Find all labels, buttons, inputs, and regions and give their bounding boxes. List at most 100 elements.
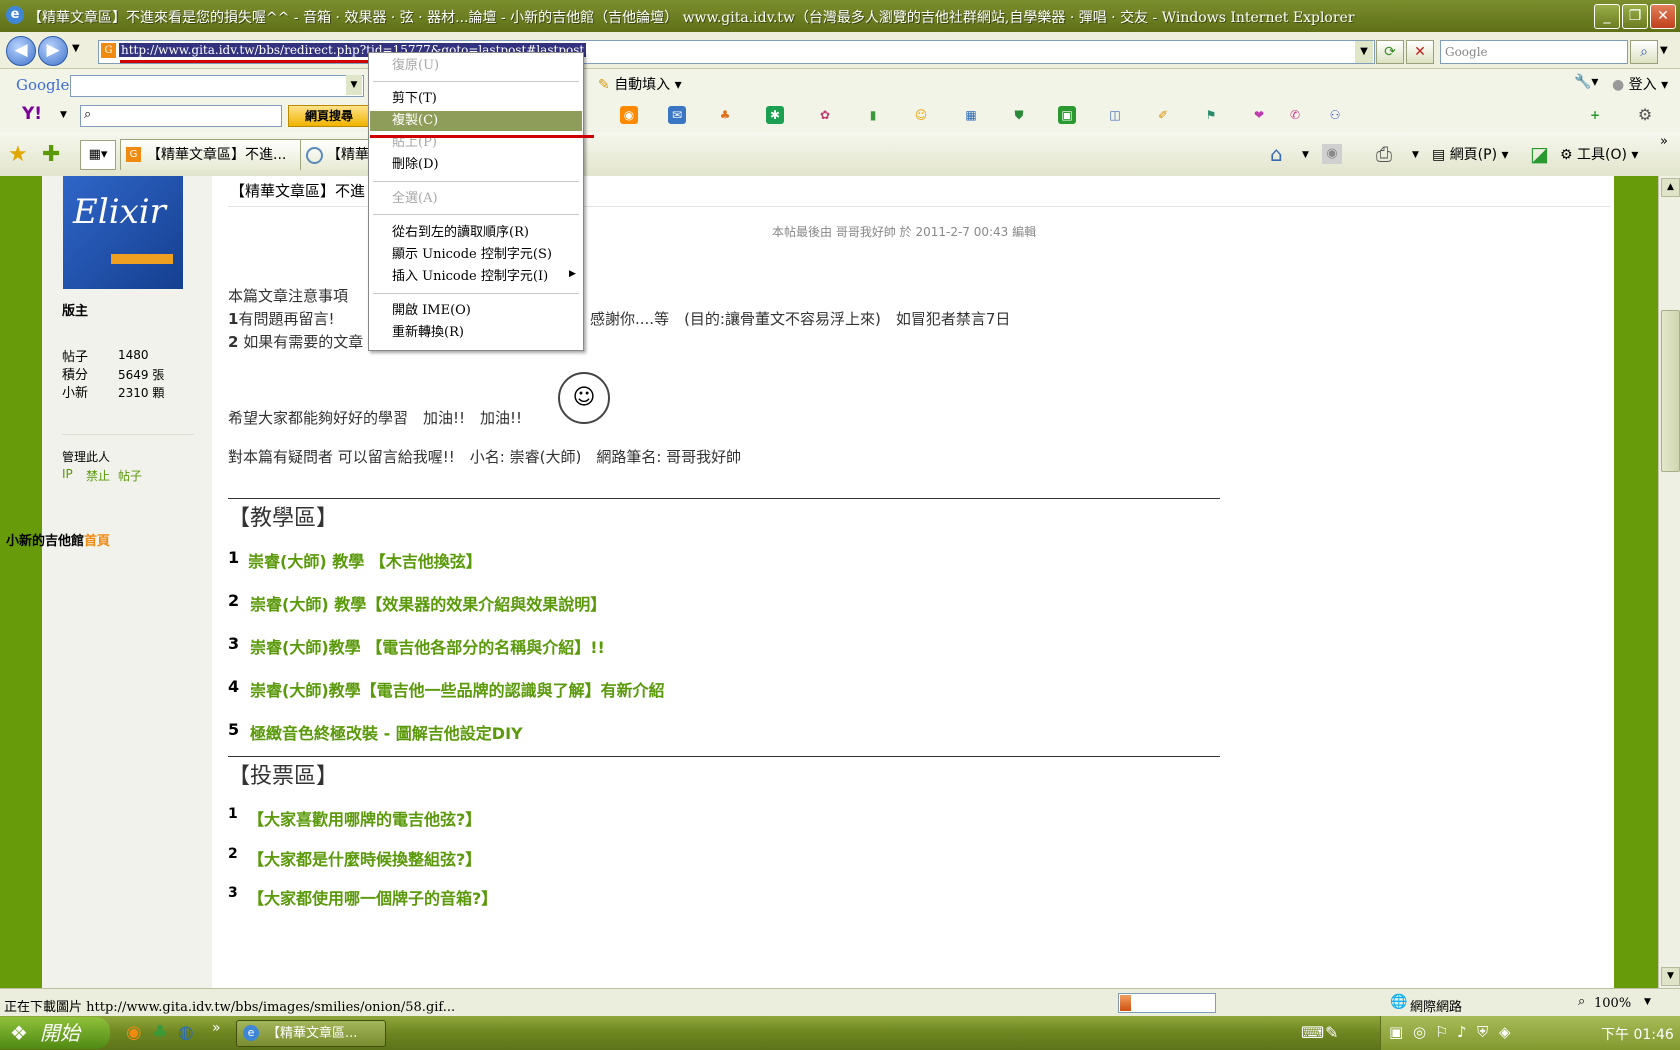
add-button-icon[interactable]: + (1586, 106, 1604, 124)
star-toolbar-icon[interactable]: ✱ (766, 106, 784, 124)
zone-label[interactable]: 網際網路 (1410, 996, 1462, 1015)
start-button[interactable]: ❖ 開始 (0, 1017, 110, 1049)
minimize-button[interactable]: _ (1594, 4, 1620, 29)
forward-button[interactable]: ▶ (38, 36, 68, 66)
ban-link[interactable]: 禁止 (86, 467, 110, 484)
gear-icon[interactable]: ⚙ (1636, 106, 1654, 124)
print-dropdown-icon[interactable]: ▼ (1412, 150, 1419, 160)
quicklaunch-more-icon[interactable]: » (212, 1020, 221, 1036)
menu-item-undo[interactable]: 復原(U) (370, 56, 582, 76)
menu-item-select-all[interactable]: 全選(A) (370, 189, 582, 209)
vote-link[interactable]: 【大家都是什麼時候換整組弦?】 (248, 846, 481, 870)
page-menu[interactable]: ▤ 網頁(P) ▾ (1432, 144, 1509, 164)
menu-item-insert-unicode[interactable]: 插入 Unicode 控制字元(I) (370, 267, 582, 287)
home-dropdown-icon[interactable]: ▼ (1302, 150, 1309, 160)
yahoo-search-input[interactable]: ⌕ (80, 105, 282, 127)
network-icon[interactable]: ▣ (1389, 1023, 1403, 1041)
maximize-button[interactable]: ❐ (1622, 4, 1648, 29)
search-button[interactable]: ⌕ (1630, 40, 1658, 64)
menu-item-show-unicode[interactable]: 顯示 Unicode 控制字元(S) (370, 245, 582, 265)
vote-link[interactable]: 【大家都使用哪一個牌子的音箱?】 (248, 885, 497, 909)
elixir-banner[interactable]: Elixir (63, 176, 183, 289)
menu-item-cut[interactable]: 剪下(T) (370, 89, 582, 109)
clock[interactable]: 下午 01:46 (1601, 1024, 1674, 1044)
search-options-icon[interactable]: ▼ (1660, 45, 1668, 56)
scroll-thumb[interactable] (1661, 310, 1680, 472)
refresh-button[interactable]: ⟳ (1376, 40, 1404, 64)
security-icon[interactable]: ⚐ (1435, 1023, 1448, 1041)
back-button[interactable]: ◀ (6, 36, 36, 66)
title-bar[interactable]: e 【精華文章區】不進來看是您的損失喔^^ - 音箱 · 效果器 · 弦 · 器… (0, 0, 1680, 32)
zoom-level[interactable]: 100% (1594, 996, 1631, 1011)
scroll-up-icon[interactable]: ▲ (1661, 178, 1680, 197)
grid-icon[interactable]: ▣ (1058, 106, 1076, 124)
tools-menu[interactable]: ⚙ 工具(O) ▾ (1560, 144, 1638, 164)
flower-icon[interactable]: ✿ (816, 106, 834, 124)
antivirus-icon[interactable]: ⛨ (1477, 1023, 1488, 1041)
quick-tabs-icon[interactable]: ▦▾ (80, 140, 116, 170)
menu-item-rtl[interactable]: 從右到左的讀取順序(R) (370, 223, 582, 243)
rss-icon[interactable]: ◉ (620, 106, 638, 124)
search-input[interactable]: Google (1440, 40, 1628, 64)
feed-icon[interactable]: ◉ (1322, 144, 1342, 164)
people-icon[interactable]: ⚇ (1326, 106, 1344, 124)
calendar-icon[interactable]: ▦ (962, 106, 980, 124)
tab-active[interactable]: G 【精華文章區】不進... (120, 139, 324, 170)
messenger-icon[interactable]: ♣ (152, 1022, 168, 1043)
chat-icon[interactable]: ✆ (1286, 106, 1304, 124)
teach-link[interactable]: 崇睿(大師)教學【電吉他一些品牌的認識與了解】有新介紹 (250, 677, 665, 701)
volume-icon[interactable]: ♪ (1457, 1023, 1467, 1041)
signin-button[interactable]: ● 登入 ▾ (1612, 74, 1668, 94)
vertical-scrollbar[interactable]: ▲ ▼ (1658, 176, 1680, 988)
taskbar-item-ie[interactable]: e 【精華文章區... (236, 1020, 386, 1047)
stop-button[interactable]: ✕ (1406, 40, 1434, 64)
address-dropdown-icon[interactable]: ▼ (1355, 41, 1373, 63)
yahoo-dropdown-icon[interactable]: ▼ (60, 110, 67, 120)
box-icon[interactable]: ◫ (1106, 106, 1124, 124)
ip-link[interactable]: IP (62, 467, 73, 481)
teach-link[interactable]: 崇睿(大師) 教學【效果器的效果介紹與效果說明】 (250, 591, 606, 615)
menu-item-open-ime[interactable]: 開啟 IME(O) (370, 301, 582, 321)
pen-icon[interactable]: ✎ (1325, 1023, 1338, 1042)
smiley-icon[interactable]: ☺ (912, 106, 930, 124)
teach-link[interactable]: 崇睿(大師) 教學 【木吉他換弦】 (248, 548, 482, 572)
google-dropdown-icon[interactable]: ▼ (346, 75, 362, 95)
mail-icon[interactable]: ✉ (668, 106, 686, 124)
yahoo-tool-icon[interactable]: ♣ (716, 106, 734, 124)
bookmark-icon[interactable]: ▮ (864, 106, 882, 124)
keyboard-icon[interactable]: ⌨ (1301, 1023, 1324, 1042)
tray-app-icon[interactable]: ◎ (1413, 1023, 1426, 1041)
teach-link[interactable]: 極緻音色終極改裝 - 圖解吉他設定DIY (250, 720, 523, 744)
vote-number: 2 (228, 846, 238, 862)
ie-quicklaunch-icon[interactable]: ◍ (178, 1022, 194, 1043)
teach-link[interactable]: 崇睿(大師)教學 【電吉他各部分的名稱與介紹】!! (250, 634, 605, 658)
update-icon[interactable]: ◈ (1499, 1023, 1511, 1041)
menu-item-reconvert[interactable]: 重新轉換(R) (370, 323, 582, 343)
wrench-icon[interactable]: 🔧▾ (1574, 74, 1598, 90)
google-search-input[interactable] (70, 75, 364, 97)
tag-icon[interactable]: ⚑ (1202, 106, 1220, 124)
stat-value: 1480 (118, 348, 149, 362)
scroll-down-icon[interactable]: ▼ (1661, 967, 1680, 986)
heart-icon[interactable]: ❤ (1250, 106, 1268, 124)
research-icon[interactable]: ◪ (1530, 142, 1549, 166)
firefox-icon[interactable]: ◉ (126, 1022, 142, 1043)
chevron-more-icon[interactable]: » (1660, 134, 1668, 149)
posts-link[interactable]: 帖子 (118, 467, 142, 484)
shield-icon[interactable]: ⛊ (1010, 106, 1028, 124)
favorites-star-icon[interactable]: ★ (8, 142, 28, 167)
add-favorites-icon[interactable]: ✚ (42, 142, 60, 167)
signin-circle-icon: ● (1612, 77, 1625, 93)
vote-link[interactable]: 【大家喜歡用哪牌的電吉他弦?】 (248, 806, 481, 830)
close-window-button[interactable]: ✕ (1650, 4, 1676, 29)
yahoo-search-button[interactable]: 網頁搜尋 (288, 105, 370, 127)
home-icon[interactable]: ⌂ (1270, 142, 1283, 166)
menu-item-delete[interactable]: 刪除(D) (370, 155, 582, 175)
zoom-dropdown-icon[interactable]: ▼ (1644, 997, 1651, 1007)
menu-item-copy[interactable]: 複製(C) (370, 111, 582, 131)
print-icon[interactable]: ⎙ (1376, 142, 1392, 166)
edit-icon[interactable]: ✐ (1154, 106, 1172, 124)
autofill-button[interactable]: ✎ 自動填入 ▾ (598, 74, 682, 94)
home-link[interactable]: 首頁 (84, 534, 110, 549)
history-dropdown-icon[interactable]: ▼ (72, 43, 80, 54)
